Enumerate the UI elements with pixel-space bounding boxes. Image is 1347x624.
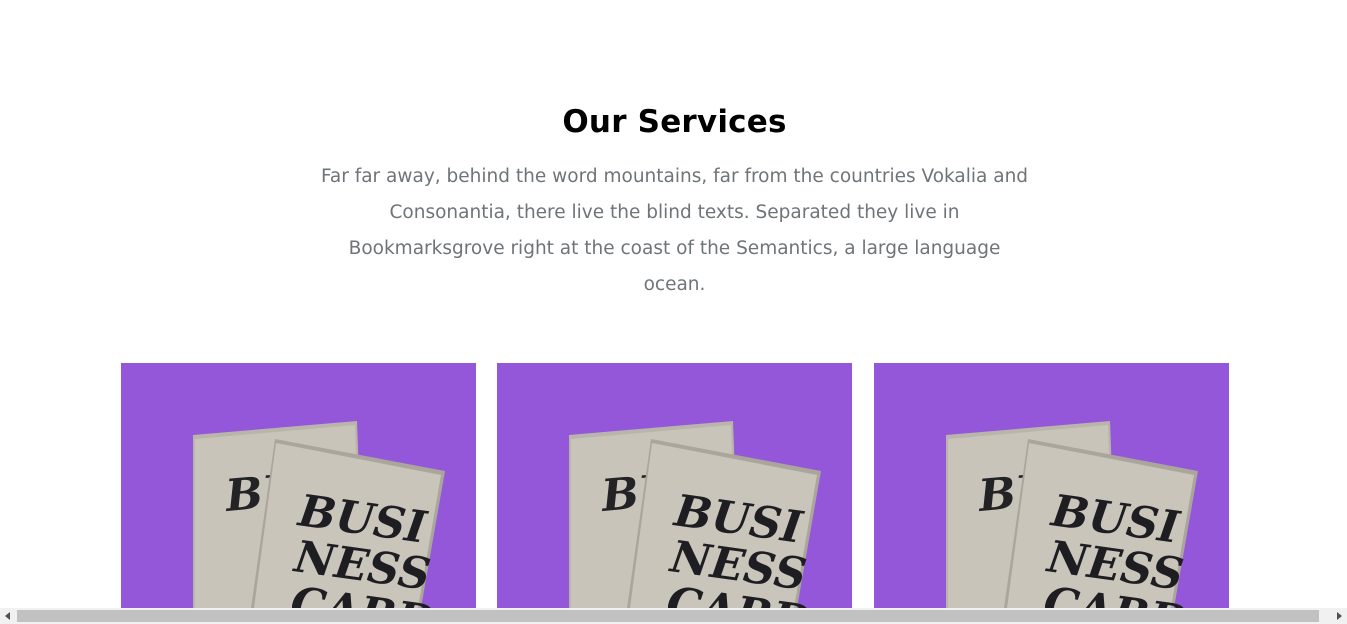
services-grid: BUSI BUSI NESS CARD BUSI BUSI NESS CARD … — [0, 363, 1347, 608]
business-card-image: BUSI BUSI NESS CARD — [569, 421, 821, 608]
business-card-image: BUSI BUSI NESS CARD — [946, 421, 1198, 608]
chevron-left-icon[interactable] — [0, 608, 16, 624]
horizontal-scrollbar[interactable] — [0, 608, 1347, 624]
section-intro: Far far away, behind the word mountains,… — [320, 166, 1029, 295]
chevron-right-icon[interactable] — [1331, 608, 1347, 624]
service-card[interactable]: BUSI BUSI NESS CARD — [874, 363, 1229, 608]
page-title: Our Services — [562, 104, 787, 140]
business-card-image: BUSI BUSI NESS CARD — [193, 421, 445, 608]
service-card[interactable]: BUSI BUSI NESS CARD — [497, 363, 852, 608]
service-card[interactable]: BUSI BUSI NESS CARD — [121, 363, 476, 608]
scrollbar-thumb[interactable] — [17, 610, 1319, 622]
